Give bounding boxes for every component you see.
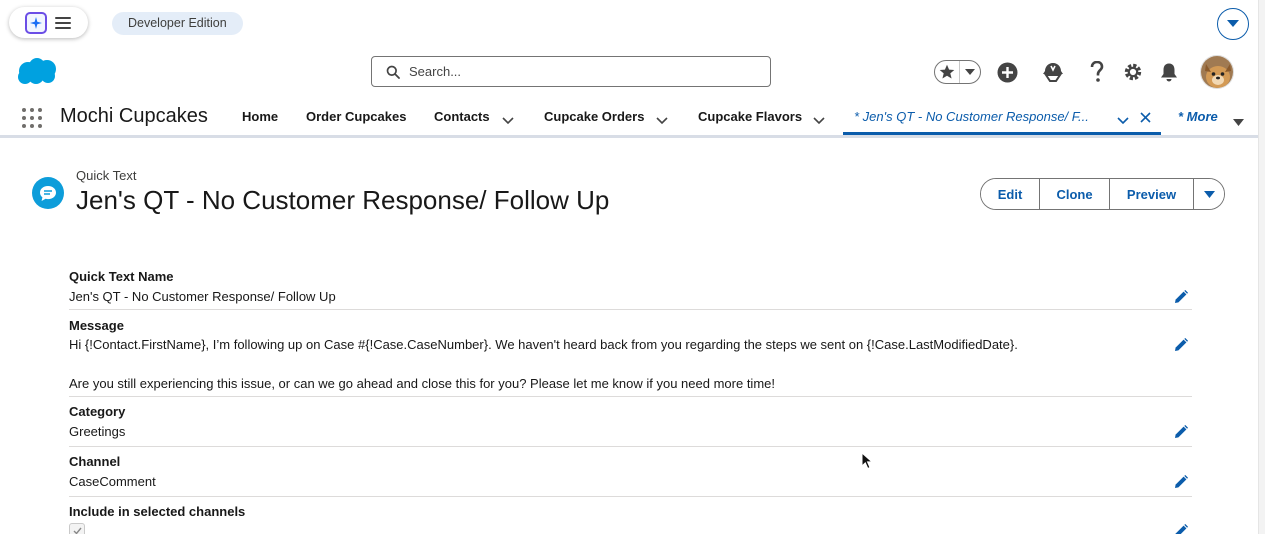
record-detail-fields: Quick Text Name Jen's QT - No Customer R… bbox=[69, 268, 1192, 534]
top-dropdown-button[interactable] bbox=[1217, 8, 1249, 40]
field-label: Include in selected channels bbox=[69, 504, 246, 519]
field-value-line-1: Hi {!Contact.FirstName}, I’m following u… bbox=[69, 337, 1018, 352]
setup-gear-icon[interactable] bbox=[1122, 61, 1144, 83]
scrollbar[interactable] bbox=[1258, 0, 1265, 534]
field-label: Channel bbox=[69, 454, 121, 469]
salesforce-logo-icon[interactable] bbox=[16, 57, 58, 91]
field-quick-text-name: Quick Text Name Jen's QT - No Customer R… bbox=[69, 268, 1192, 310]
sparkle-icon bbox=[25, 11, 47, 34]
quick-text-icon bbox=[32, 177, 64, 209]
record-object-type: Quick Text bbox=[76, 168, 137, 183]
field-label: Quick Text Name bbox=[69, 269, 174, 284]
field-value: Jen's QT - No Customer Response/ Follow … bbox=[69, 289, 336, 304]
nav-item-cupcake-orders[interactable]: Cupcake Orders bbox=[544, 109, 644, 124]
notifications-bell-icon[interactable] bbox=[1158, 61, 1180, 83]
clone-button[interactable]: Clone bbox=[1040, 179, 1110, 209]
nav-more-button[interactable]: * More bbox=[1178, 109, 1218, 124]
global-header bbox=[0, 46, 1258, 98]
app-launcher-icon[interactable] bbox=[22, 108, 42, 128]
nav-item-home[interactable]: Home bbox=[242, 109, 278, 124]
tab-active-quick-text[interactable]: * Jen's QT - No Customer Response/ F... bbox=[843, 98, 1161, 135]
field-channel: Channel CaseComment bbox=[69, 447, 1192, 497]
chevron-down-icon[interactable] bbox=[813, 112, 825, 130]
page-title: Jen's QT - No Customer Response/ Follow … bbox=[76, 185, 610, 215]
mouse-cursor-icon bbox=[861, 451, 874, 475]
user-avatar[interactable] bbox=[1200, 55, 1234, 89]
help-icon[interactable] bbox=[1086, 61, 1108, 83]
favorites-button-group[interactable] bbox=[934, 60, 981, 84]
add-icon[interactable] bbox=[996, 61, 1018, 83]
app-name: Mochi Cupcakes bbox=[60, 105, 208, 127]
more-actions-button[interactable] bbox=[1194, 179, 1224, 209]
top-strip: Developer Edition bbox=[0, 0, 1258, 46]
triangle-down-icon[interactable] bbox=[1233, 113, 1244, 131]
edit-pencil-icon[interactable] bbox=[1174, 290, 1188, 304]
search-icon bbox=[386, 65, 400, 79]
edit-pencil-icon[interactable] bbox=[1174, 338, 1188, 352]
global-search[interactable] bbox=[371, 56, 771, 87]
nav-item-cupcake-flavors[interactable]: Cupcake Flavors bbox=[698, 109, 802, 124]
checkmark-icon bbox=[73, 527, 82, 534]
chevron-down-icon[interactable] bbox=[502, 112, 514, 130]
field-value: Greetings bbox=[69, 424, 126, 439]
hamburger-icon bbox=[55, 16, 71, 30]
chevron-down-icon[interactable] bbox=[960, 61, 980, 83]
close-icon[interactable] bbox=[1140, 110, 1151, 128]
search-input[interactable] bbox=[409, 64, 749, 79]
field-label: Category bbox=[69, 404, 126, 419]
field-message: Message Hi {!Contact.FirstName}, I’m fol… bbox=[69, 310, 1192, 397]
include-checkbox bbox=[69, 523, 85, 534]
field-category: Category Greetings bbox=[69, 397, 1192, 447]
edit-button[interactable]: Edit bbox=[981, 179, 1040, 209]
field-label: Message bbox=[69, 318, 124, 333]
field-value: CaseComment bbox=[69, 474, 156, 489]
chevron-down-icon[interactable] bbox=[656, 112, 668, 130]
triangle-down-icon bbox=[1203, 190, 1215, 198]
trailhead-icon[interactable] bbox=[1042, 61, 1064, 83]
edition-badge: Developer Edition bbox=[112, 12, 243, 35]
nav-item-order-cupcakes[interactable]: Order Cupcakes bbox=[306, 109, 406, 124]
edit-pencil-icon[interactable] bbox=[1174, 425, 1188, 439]
nav-item-contacts[interactable]: Contacts bbox=[434, 109, 490, 124]
edit-pencil-icon[interactable] bbox=[1174, 524, 1188, 534]
star-icon[interactable] bbox=[935, 61, 961, 83]
field-include-in-channels: Include in selected channels bbox=[69, 497, 1192, 534]
triangle-down-icon bbox=[1227, 20, 1239, 27]
preview-button[interactable]: Preview bbox=[1110, 179, 1194, 209]
chevron-down-icon[interactable] bbox=[1117, 112, 1129, 130]
app-nav-bar: Mochi Cupcakes Home Order Cupcakes Conta… bbox=[0, 98, 1258, 138]
field-value-line-2: Are you still experiencing this issue, o… bbox=[69, 376, 775, 391]
record-page: Quick Text Jen's QT - No Customer Respon… bbox=[0, 141, 1258, 534]
agent-launcher[interactable] bbox=[9, 7, 88, 38]
record-actions: Edit Clone Preview bbox=[980, 178, 1225, 210]
tab-label: * Jen's QT - No Customer Response/ F... bbox=[854, 109, 1089, 124]
edit-pencil-icon[interactable] bbox=[1174, 475, 1188, 489]
